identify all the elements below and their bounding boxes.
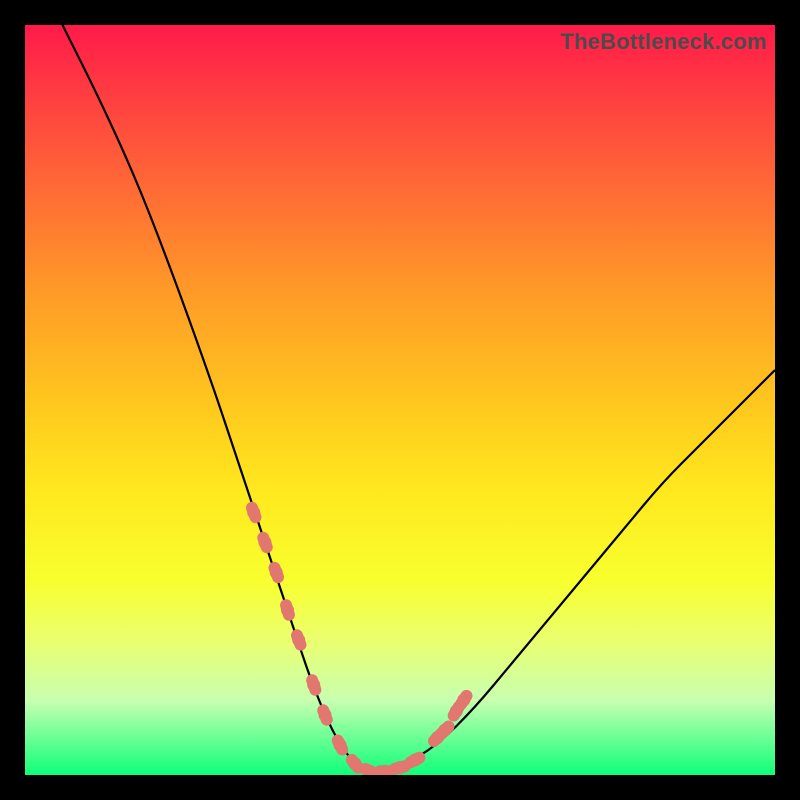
curve-marker-dot [439,724,452,737]
curve-marker-dot [334,739,347,752]
curve-marker-dot [259,536,272,549]
curve-marker-dot [292,634,305,647]
curve-marker-dot [281,604,294,617]
bottleneck-plot [25,25,775,775]
curve-marker-dot [409,754,422,767]
curve-marker-dot [247,506,260,519]
curve-marker-dot [270,566,283,579]
curve-marker-dot [307,679,320,692]
chart-area: TheBottleneck.com [25,25,775,775]
curve-marker-dot [394,761,407,774]
curve-marker-dot [349,757,362,770]
curve-marker-dot [319,709,332,722]
bottleneck-curve [63,25,776,771]
marker-group [244,500,475,775]
curve-marker-dot [457,694,470,707]
